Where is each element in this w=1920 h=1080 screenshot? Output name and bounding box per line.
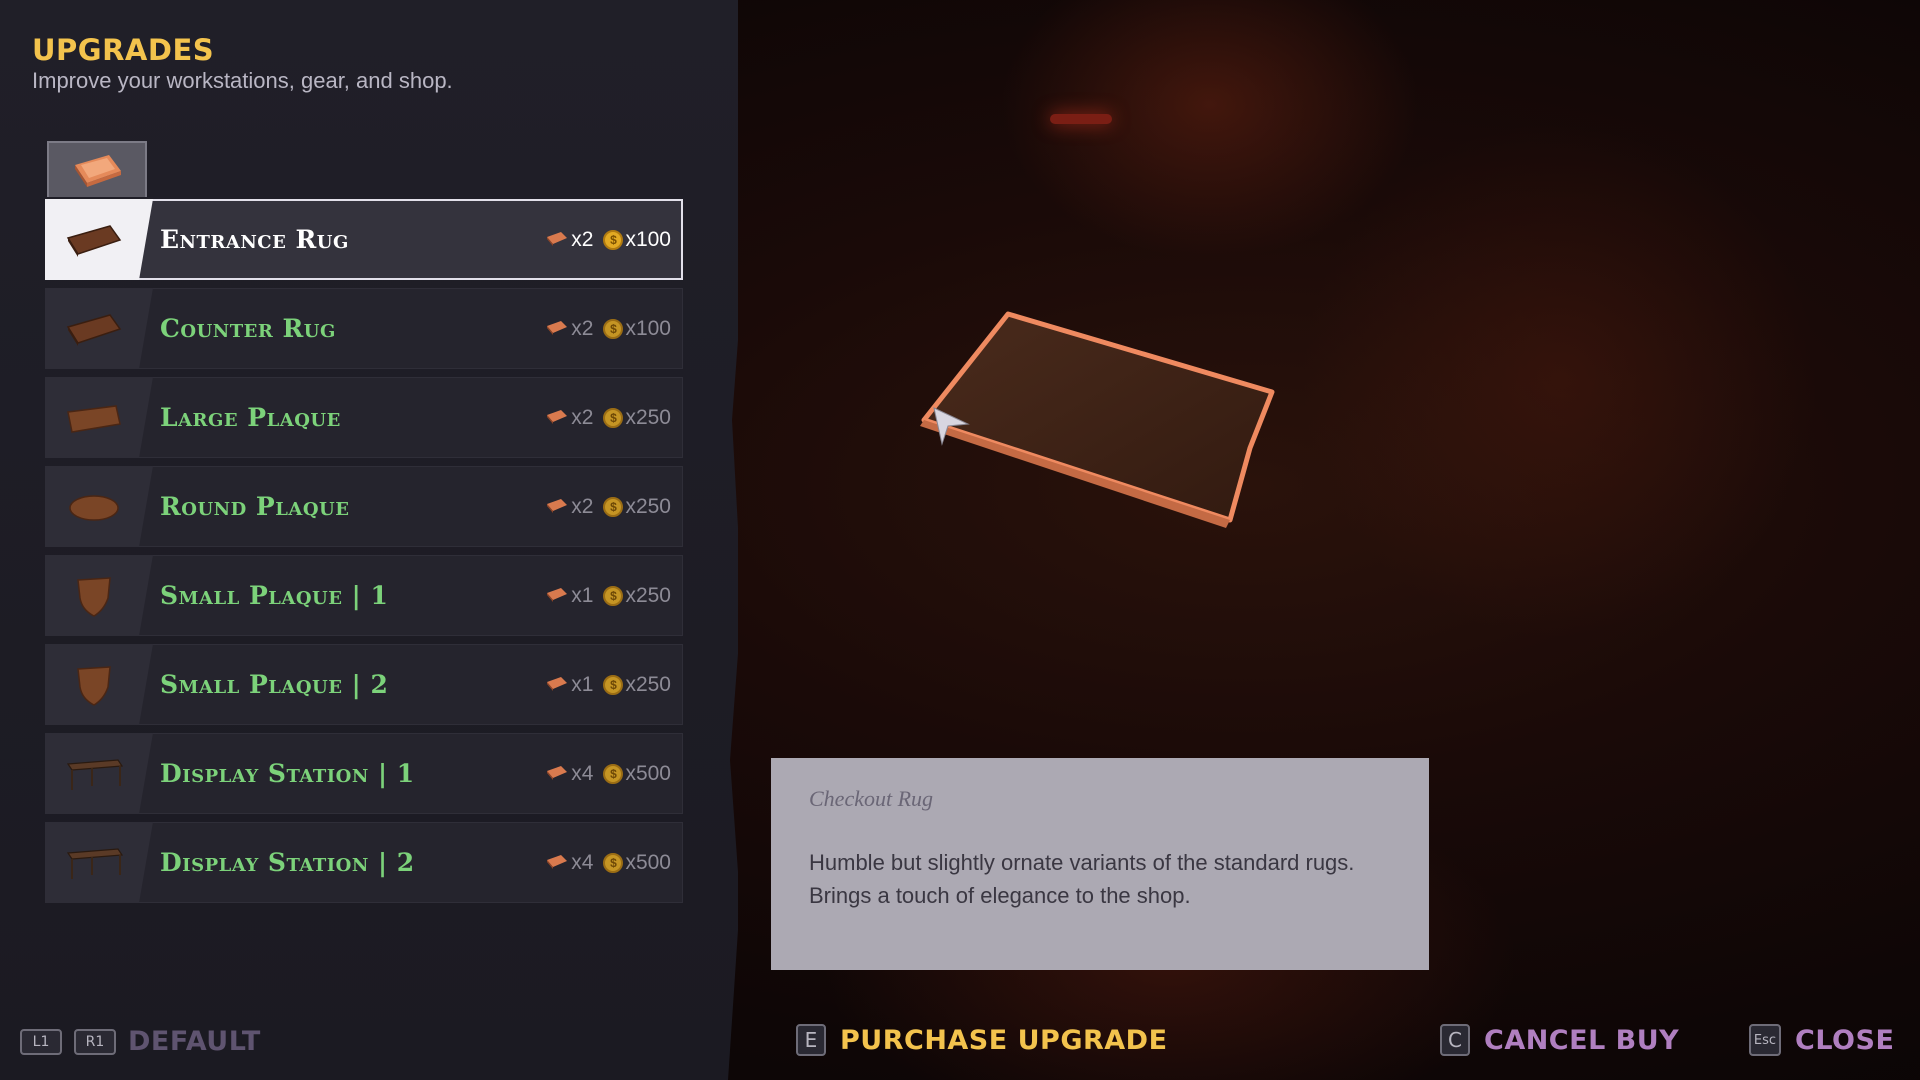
item-cost: x4 $ x500: [545, 822, 671, 903]
item-thumbnail: [45, 199, 153, 280]
item-name: Small Plaque | 1: [160, 581, 389, 610]
ingot-icon: [545, 851, 569, 875]
item-cost: x2 $ x250: [545, 466, 671, 547]
ingot-icon: [75, 155, 121, 187]
item-name: Display Station | 2: [160, 848, 415, 877]
coin-icon: $: [603, 763, 624, 784]
esc-key: Esc: [1749, 1024, 1781, 1056]
coin-qty: x100: [625, 227, 671, 251]
shield-plaque-icon: [77, 665, 111, 706]
item-thumbnail: [45, 466, 153, 547]
e-key: E: [796, 1024, 826, 1056]
table-icon: [66, 758, 124, 790]
item-thumbnail: [45, 288, 153, 369]
background-light: [1050, 114, 1112, 124]
item-thumbnail: [45, 555, 153, 636]
item-cost: x2 $ x250: [545, 377, 671, 458]
coin-qty: x500: [625, 850, 671, 874]
item-name: Display Station | 1: [160, 759, 415, 788]
coin-qty: x250: [625, 583, 671, 607]
material-qty: x2: [571, 494, 594, 518]
default-label: DEFAULT: [128, 1026, 261, 1057]
page-title: UPGRADES: [32, 33, 215, 67]
item-name: Round Plaque: [160, 492, 350, 521]
upgrade-row[interactable]: Display Station | 1 x4 $ x500: [45, 733, 683, 814]
coin-qty: x500: [625, 761, 671, 785]
close-label: CLOSE: [1795, 1024, 1895, 1056]
ingot-icon: [545, 673, 569, 697]
close-button[interactable]: Esc CLOSE: [1749, 1024, 1894, 1056]
material-qty: x4: [571, 761, 594, 785]
table-icon: [66, 847, 124, 879]
item-cost: x1 $ x250: [545, 644, 671, 725]
item-thumbnail: [45, 377, 153, 458]
plaque-icon: [67, 404, 121, 433]
coin-icon: $: [603, 318, 624, 339]
item-cost: x1 $ x250: [545, 555, 671, 636]
description-title: Checkout Rug: [809, 786, 934, 811]
rug-icon: [66, 224, 122, 257]
coin-qty: x100: [625, 316, 671, 340]
item-thumbnail: [45, 733, 153, 814]
r1-key: R1: [74, 1028, 116, 1055]
l1-key: L1: [20, 1028, 62, 1055]
upgrade-list: Entrance Rug x2 $ x100 Counter Rug x2 $ x1…: [45, 199, 683, 911]
ingot-icon: [545, 317, 569, 341]
material-qty: x4: [571, 850, 594, 874]
upgrade-row[interactable]: Display Station | 2 x4 $ x500: [45, 822, 683, 903]
cancel-buy-button[interactable]: C CANCEL BUY: [1440, 1024, 1679, 1056]
upgrade-row[interactable]: Counter Rug x2 $ x100: [45, 288, 683, 369]
material-qty: x1: [571, 672, 594, 696]
round-plaque-icon: [69, 494, 119, 521]
item-name: Counter Rug: [160, 314, 336, 343]
purchase-upgrade-button[interactable]: E PURCHASE UPGRADE: [796, 1024, 1168, 1056]
coin-icon: $: [603, 674, 624, 695]
item-thumbnail: [45, 644, 153, 725]
coin-icon: $: [603, 229, 624, 250]
item-cost: x2 $ x100: [545, 288, 671, 369]
material-qty: x1: [571, 583, 594, 607]
upgrade-row[interactable]: Small Plaque | 2 x1 $ x250: [45, 644, 683, 725]
item-name: Large Plaque: [160, 403, 341, 432]
coin-icon: $: [603, 585, 624, 606]
coin-icon: $: [603, 407, 624, 428]
coin-qty: x250: [625, 405, 671, 429]
item-name: Small Plaque | 2: [160, 670, 389, 699]
material-qty: x2: [571, 316, 594, 340]
item-thumbnail: [45, 822, 153, 903]
ingot-icon: [545, 228, 569, 252]
upgrade-row[interactable]: Entrance Rug x2 $ x100: [45, 199, 683, 280]
background-glow: [1300, 120, 1820, 640]
upgrade-row[interactable]: Small Plaque | 1 x1 $ x250: [45, 555, 683, 636]
description-card: Checkout Rug Humble but slightly ornate …: [771, 758, 1429, 970]
upgrade-row[interactable]: Large Plaque x2 $ x250: [45, 377, 683, 458]
coin-icon: $: [603, 496, 624, 517]
material-qty: x2: [571, 227, 594, 251]
page-subtitle: Improve your workstations, gear, and sho…: [32, 68, 453, 93]
purchase-upgrade-label: PURCHASE UPGRADE: [840, 1024, 1168, 1056]
item-cost: x4 $ x500: [545, 733, 671, 814]
shield-plaque-icon: [77, 576, 111, 617]
c-key: C: [1440, 1024, 1470, 1056]
coin-qty: x250: [625, 672, 671, 696]
item-preview: [920, 311, 1275, 528]
material-qty: x2: [571, 405, 594, 429]
ingot-icon: [545, 495, 569, 519]
coin-icon: $: [603, 852, 624, 873]
item-name: Entrance Rug: [160, 225, 349, 254]
description-body: Humble but slightly ornate variants of t…: [809, 850, 1355, 908]
ingot-icon: [545, 762, 569, 786]
rug-icon: [66, 313, 122, 346]
coin-qty: x250: [625, 494, 671, 518]
item-cost: x2 $ x100: [545, 199, 671, 280]
category-tab-materials[interactable]: [47, 141, 147, 197]
upgrade-row[interactable]: Round Plaque x2 $ x250: [45, 466, 683, 547]
ingot-icon: [545, 406, 569, 430]
default-control[interactable]: L1 R1 DEFAULT: [20, 1026, 261, 1057]
ingot-icon: [545, 584, 569, 608]
cancel-buy-label: CANCEL BUY: [1484, 1024, 1680, 1056]
